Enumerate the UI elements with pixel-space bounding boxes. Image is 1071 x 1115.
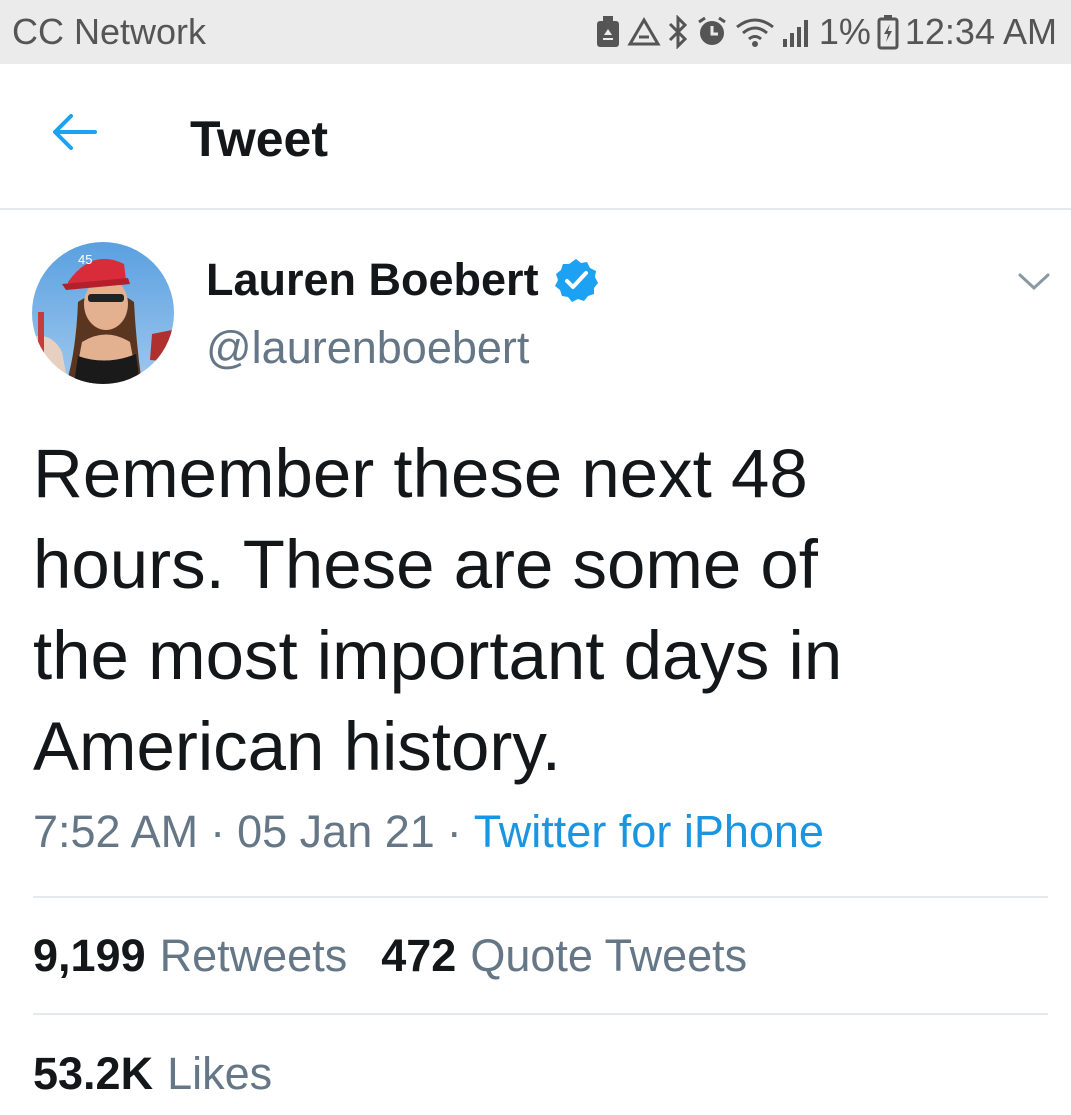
tweet-meta: 7:52 AM · 05 Jan 21 · Twitter for iPhone — [33, 806, 824, 858]
author-name: Lauren Boebert — [206, 254, 539, 305]
divider — [33, 1013, 1048, 1015]
quote-tweets-count: 472 — [381, 930, 457, 981]
recycle-box-icon — [595, 15, 621, 49]
retweets-stat[interactable]: 9,199 Retweets — [33, 930, 347, 982]
status-time: 12:34 AM — [904, 11, 1057, 52]
wifi-icon — [735, 17, 775, 47]
tweet-options-button[interactable] — [1012, 262, 1056, 306]
battery-charging-icon — [877, 14, 899, 50]
quote-tweets-label: Quote Tweets — [470, 930, 748, 981]
likes-stat[interactable]: 53.2K Likes — [33, 1048, 272, 1100]
verified-badge-icon — [553, 257, 599, 303]
tweet-source-link[interactable]: Twitter for iPhone — [474, 806, 824, 858]
status-icons: 1% 12:34 AM — [595, 11, 1057, 53]
tweet-date: 05 Jan 21 — [237, 806, 435, 857]
meta-separator: · — [210, 806, 226, 857]
recycle-icon — [627, 17, 661, 47]
author-name-row[interactable]: Lauren Boebert — [206, 254, 599, 306]
signal-icon — [781, 17, 813, 47]
tweet-time: 7:52 AM — [33, 806, 199, 857]
bluetooth-icon — [667, 15, 689, 49]
avatar[interactable]: 45 — [32, 242, 174, 384]
tweet-text: Remember these next 48 hours. These are … — [33, 435, 843, 785]
quote-tweets-stat[interactable]: 472 Quote Tweets — [381, 930, 747, 982]
meta-separator: · — [446, 806, 462, 857]
status-bar: CC Network 1% 12:34 AM — [0, 0, 1071, 64]
divider — [33, 896, 1048, 898]
chevron-down-icon — [1017, 272, 1051, 297]
author-handle[interactable]: @laurenboebert — [206, 322, 529, 374]
back-arrow-icon — [51, 112, 97, 157]
back-button[interactable] — [44, 104, 104, 164]
retweets-label: Retweets — [159, 930, 348, 981]
battery-percent: 1% — [818, 11, 871, 52]
page-title: Tweet — [190, 111, 328, 167]
likes-count: 53.2K — [33, 1048, 154, 1099]
svg-text:45: 45 — [78, 252, 92, 267]
likes-label: Likes — [167, 1048, 273, 1099]
page-header: Tweet — [0, 64, 1071, 210]
tweet-stats: 9,199 Retweets 472 Quote Tweets — [33, 930, 747, 982]
alarm-icon — [695, 15, 729, 49]
carrier-name: CC Network — [12, 11, 207, 52]
retweets-count: 9,199 — [33, 930, 146, 981]
